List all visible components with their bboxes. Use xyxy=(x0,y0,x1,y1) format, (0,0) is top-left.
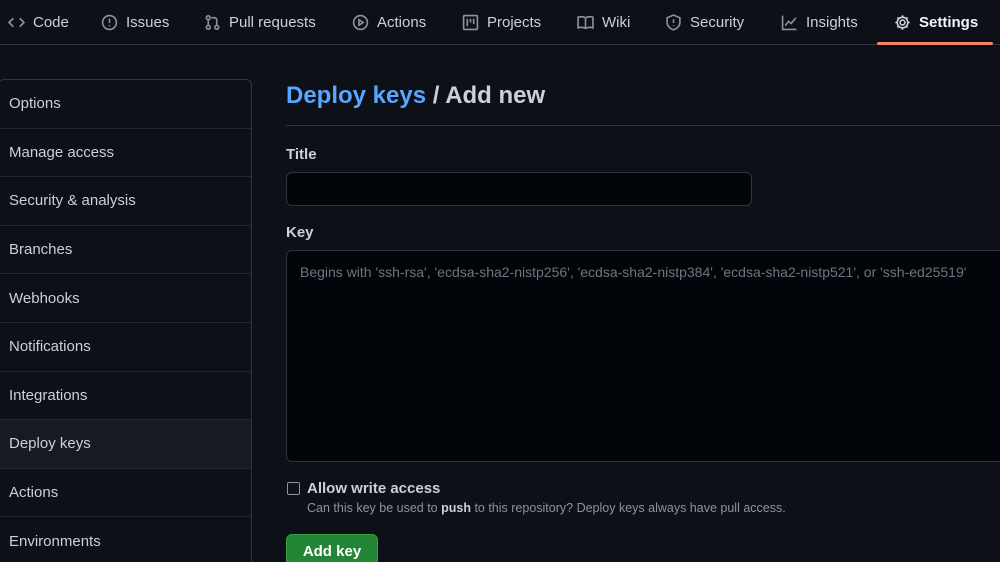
sidebar-item-label: Actions xyxy=(9,484,59,502)
tab-label: Security xyxy=(690,14,745,31)
page-title: Deploy keys / Add new xyxy=(286,82,545,110)
title-input[interactable] xyxy=(286,172,752,206)
sidebar-item-notifications[interactable]: Notifications xyxy=(0,323,251,372)
book-icon xyxy=(577,15,594,30)
sidebar-item-actions[interactable]: Actions xyxy=(0,469,251,518)
page-title-suffix: / Add new xyxy=(426,82,546,109)
tab-wiki[interactable]: Wiki xyxy=(577,0,630,45)
shield-icon xyxy=(666,14,681,31)
sidebar-item-label: Notifications xyxy=(9,338,91,356)
help-text-push: push xyxy=(441,501,471,515)
sidebar-item-options[interactable]: Options xyxy=(0,80,251,129)
sidebar-item-deploy-keys[interactable]: Deploy keys xyxy=(0,420,251,469)
key-textarea[interactable] xyxy=(286,250,1000,462)
project-icon xyxy=(462,14,479,31)
gear-icon xyxy=(895,15,910,30)
play-icon xyxy=(352,14,369,31)
tab-label: Insights xyxy=(806,14,858,31)
tab-label: Projects xyxy=(487,14,542,31)
write-access-help: Can this key be used to push to this rep… xyxy=(307,501,786,515)
settings-sidebar: Options Manage access Security & analysi… xyxy=(0,79,252,562)
title-label: Title xyxy=(286,146,317,163)
allow-write-access-checkbox[interactable] xyxy=(287,482,300,495)
tab-issues[interactable]: Issues xyxy=(101,0,169,45)
tab-insights[interactable]: Insights xyxy=(781,0,858,45)
help-text-before: Can this key be used to xyxy=(307,501,442,515)
code-icon xyxy=(8,17,25,28)
sidebar-item-manage-access[interactable]: Manage access xyxy=(0,129,251,178)
tab-code[interactable]: Code xyxy=(8,0,69,45)
pull-request-icon xyxy=(205,15,220,30)
tab-label: Wiki xyxy=(602,14,631,31)
sidebar-item-label: Manage access xyxy=(9,143,115,161)
sidebar-item-security-analysis[interactable]: Security & analysis xyxy=(0,177,251,226)
sidebar-item-branches[interactable]: Branches xyxy=(0,226,251,275)
tab-label: Code xyxy=(33,14,69,31)
graph-icon xyxy=(781,15,797,31)
add-key-button[interactable]: Add key xyxy=(286,534,378,562)
sidebar-item-label: Webhooks xyxy=(9,289,80,307)
issue-icon xyxy=(101,14,118,31)
tab-actions[interactable]: Actions xyxy=(352,0,426,45)
tab-settings[interactable]: Settings xyxy=(894,0,978,45)
tab-label: Issues xyxy=(126,14,170,31)
heading-divider xyxy=(286,125,1000,126)
tab-label: Actions xyxy=(377,14,427,31)
tab-label: Settings xyxy=(919,14,979,31)
sidebar-item-webhooks[interactable]: Webhooks xyxy=(0,274,251,323)
allow-write-access-label[interactable]: Allow write access xyxy=(307,480,440,497)
sidebar-item-label: Security & analysis xyxy=(9,192,136,210)
sidebar-item-label: Branches xyxy=(9,241,73,259)
tab-pull-requests[interactable]: Pull requests xyxy=(204,0,316,45)
sidebar-item-label: Environments xyxy=(9,532,101,550)
help-text-after: to this repository? Deploy keys always h… xyxy=(470,501,786,515)
tab-label: Pull requests xyxy=(229,14,316,31)
sidebar-item-label: Deploy keys xyxy=(9,435,91,453)
sidebar-item-environments[interactable]: Environments xyxy=(0,517,251,562)
active-tab-underline xyxy=(877,42,993,45)
sidebar-item-label: Options xyxy=(9,95,61,113)
sidebar-item-label: Integrations xyxy=(9,386,88,404)
breadcrumb-deploy-keys-link[interactable]: Deploy keys xyxy=(286,82,426,109)
key-label: Key xyxy=(286,224,314,241)
sidebar-item-integrations[interactable]: Integrations xyxy=(0,372,251,421)
tab-security[interactable]: Security xyxy=(665,0,744,45)
repo-nav: Code Issues Pull requests Actions Projec… xyxy=(0,0,1000,45)
tab-projects[interactable]: Projects xyxy=(462,0,541,45)
